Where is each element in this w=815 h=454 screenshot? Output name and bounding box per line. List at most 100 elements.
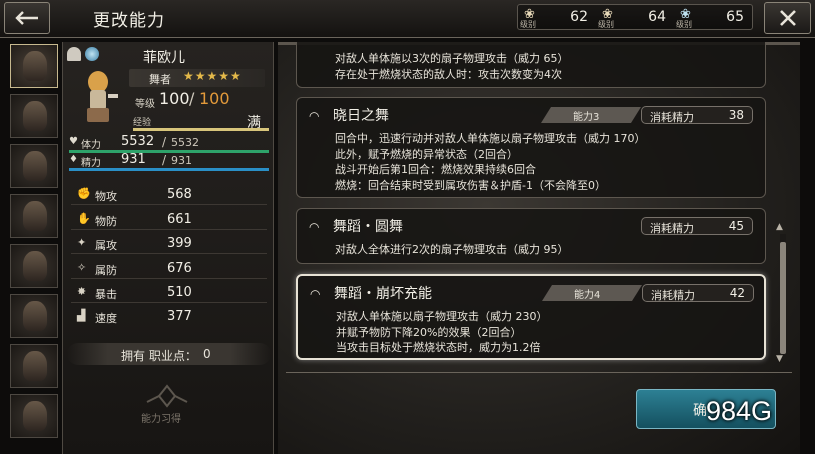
crest-level-label: 级别 — [520, 20, 536, 29]
skill-description: 对敌人单体施以扇子物理攻击（威力 230） 并赋予物防下降20%的效果（2回合）… — [336, 309, 548, 356]
crest-counter-platinum: ❀ 级别 65 — [674, 5, 752, 31]
sp-cost-label: 消耗精力 — [650, 222, 694, 235]
ability-learn-label[interactable]: 能力习得 — [141, 410, 181, 425]
skill-card-break-charge[interactable]: ◠ 舞蹈・崩坏充能 能力4 消耗精力 42 对敌人单体施以扇子物理攻击（威力 2… — [296, 274, 766, 360]
sp-cost-value: 42 — [729, 286, 745, 300]
skill-requirement: 能力4 — [542, 285, 642, 301]
fan-icon: ◠ — [309, 220, 320, 234]
heart-icon: ♥ — [69, 136, 78, 147]
skill-card-partial[interactable]: 对敌人单体施以3次的扇子物理攻击（威力 65） 存在处于燃烧状态的敌人时：攻击次… — [296, 42, 766, 88]
panel-divider — [286, 372, 792, 373]
skill-name: 晓日之舞 — [333, 108, 389, 124]
skill-desc-line: 对敌人单体施以3次的扇子物理攻击（威力 65） — [335, 52, 569, 65]
character-panel: 菲欧儿 舞者 ★★★★★ 等级 100 / 100 经验 满 ♥ 体力 5532… — [62, 42, 274, 454]
skill-desc-line: 此外，赋予燃烧的异常状态（2回合） — [335, 147, 518, 161]
skill-card-round-dance[interactable]: ◠ 舞蹈・圆舞 消耗精力 45 对敌人全体进行2次的扇子物理攻击（威力 95） — [296, 208, 766, 264]
crest-counter-silver: ❀ 级别 62 — [518, 5, 596, 31]
hp-separator: / — [162, 135, 167, 149]
stat-label: 属攻 — [95, 239, 117, 252]
level-max: 100 — [199, 89, 230, 108]
skill-description: 回合中，迅速行动并对敌人单体施以扇子物理攻击（威力 170） 此外，赋予燃烧的异… — [335, 131, 646, 193]
sp-cost: 消耗精力 45 — [641, 217, 753, 235]
skill-description: 对敌人全体进行2次的扇子物理攻击（威力 95） — [335, 242, 569, 258]
back-arrow-icon — [15, 11, 38, 25]
stat-value: 377 — [167, 309, 192, 324]
fan-weapon-icon — [67, 47, 81, 61]
party-portrait[interactable] — [10, 44, 58, 88]
crest-level-label: 级别 — [598, 20, 614, 29]
fan-icon: ◠ — [310, 287, 321, 301]
close-icon — [779, 10, 796, 26]
scroll-down-arrow-icon[interactable]: ▼ — [776, 354, 783, 364]
party-portrait[interactable] — [10, 344, 58, 388]
stat-label: 物攻 — [95, 190, 117, 203]
crest-count: 62 — [570, 9, 588, 25]
stat-physical-attack: ✊ 物攻 568 — [71, 185, 267, 205]
skill-desc-line: 对敌人单体施以扇子物理攻击（威力 230） — [336, 310, 548, 323]
physical-defense-icon: ✋ — [77, 212, 91, 225]
skill-card-dawn-dance[interactable]: ◠ 晓日之舞 能力3 消耗精力 38 回合中，迅速行动并对敌人单体施以扇子物理攻… — [296, 97, 766, 198]
party-portrait[interactable] — [10, 294, 58, 338]
skill-desc-line: 对敌人全体进行2次的扇子物理攻击（威力 95） — [335, 243, 569, 256]
rarity-stars: ★★★★★ — [183, 69, 242, 83]
stat-value: 510 — [167, 285, 192, 300]
skill-requirement-label: 能力4 — [574, 290, 601, 301]
boot-icon: ▟ — [77, 309, 86, 322]
skill-desc-line: 战斗开始后第1回合：燃烧效果持续6回合 — [335, 163, 536, 176]
sp-label: 精力 — [81, 158, 101, 169]
party-portrait[interactable] — [10, 144, 58, 188]
character-sprite — [87, 71, 118, 122]
hp-label: 体力 — [81, 140, 101, 151]
level-separator: / — [189, 89, 195, 108]
party-portrait-list — [7, 42, 62, 454]
sp-cost-label: 消耗精力 — [650, 111, 694, 124]
skill-requirement: 能力3 — [541, 107, 641, 123]
stat-divider — [71, 278, 267, 279]
watermark: 984G — [706, 396, 773, 426]
stat-elemental-attack: ✦ 属攻 399 — [71, 234, 267, 254]
stat-label: 物防 — [95, 215, 117, 228]
exp-bar — [133, 128, 269, 131]
stat-divider — [71, 302, 267, 303]
character-face-icon — [23, 251, 47, 281]
stat-value: 568 — [167, 187, 192, 202]
character-face-icon — [23, 301, 47, 331]
sp-row: ♦ 精力 931 / 931 — [69, 151, 269, 171]
crest-level-label: 级别 — [676, 20, 692, 29]
job-points-value: 0 — [203, 347, 211, 361]
crest-count: 65 — [726, 9, 744, 25]
party-portrait[interactable] — [10, 244, 58, 288]
stat-critical: ✸ 暴击 510 — [71, 283, 267, 303]
exp-label: 经验 — [133, 118, 152, 128]
party-portrait[interactable] — [10, 394, 58, 438]
sp-max: 931 — [171, 154, 192, 167]
character-face-icon — [23, 51, 47, 81]
scroll-up-arrow-icon[interactable]: ▲ — [776, 222, 783, 232]
sp-cost: 消耗精力 42 — [642, 284, 754, 302]
skill-description: 对敌人单体施以3次的扇子物理攻击（威力 65） 存在处于燃烧状态的敌人时：攻击次… — [335, 51, 569, 82]
skill-desc-line: 当攻击目标处于燃烧状态时，威力为1.2倍 — [336, 341, 541, 354]
skill-desc-line: 存在处于燃烧状态的敌人时：攻击次数变为4次 — [335, 67, 562, 81]
skill-desc-line: 回合中，迅速行动并对敌人单体施以扇子物理攻击（威力 170） — [335, 132, 646, 145]
party-portrait[interactable] — [10, 194, 58, 238]
back-button[interactable] — [4, 2, 50, 34]
stat-value: 399 — [167, 236, 192, 251]
crest-counter-gold: ❀ 级别 64 — [596, 5, 674, 31]
critical-icon: ✸ — [77, 285, 87, 298]
character-face-icon — [23, 201, 47, 231]
stat-label: 暴击 — [95, 288, 117, 301]
crest-counter-bar: ❀ 级别 62 ❀ 级别 64 ❀ 级别 65 — [517, 4, 753, 30]
sp-separator: / — [162, 153, 167, 167]
page-title: 更改能力 — [93, 11, 165, 31]
elemental-defense-icon: ✧ — [77, 261, 87, 274]
character-face-icon — [23, 351, 47, 381]
skill-name: 舞蹈・崩坏充能 — [334, 286, 432, 302]
party-portrait[interactable] — [10, 94, 58, 138]
character-name: 菲欧儿 — [143, 50, 185, 66]
sp-cost-label: 消耗精力 — [651, 289, 695, 302]
stat-value: 661 — [167, 212, 192, 227]
scrollbar-thumb[interactable] — [780, 242, 786, 354]
stat-label: 速度 — [95, 312, 117, 325]
close-button[interactable] — [764, 2, 811, 34]
hp-current: 5532 — [121, 134, 155, 149]
